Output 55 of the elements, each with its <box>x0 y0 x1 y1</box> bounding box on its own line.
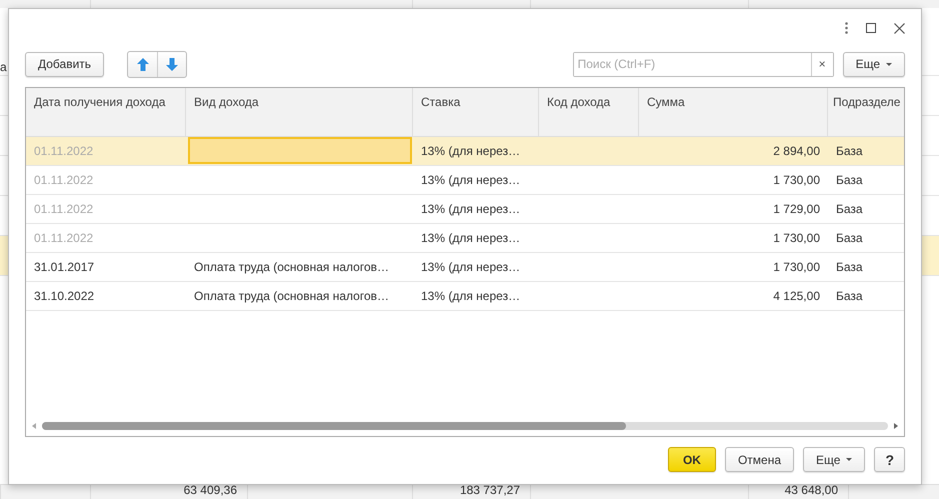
close-icon[interactable] <box>894 22 905 34</box>
caret-icon <box>886 62 892 66</box>
table-cell-text: База <box>835 172 864 189</box>
more-button[interactable]: Еще <box>803 447 866 472</box>
more-icon[interactable] <box>845 22 848 34</box>
table-cell-text: База <box>835 143 864 160</box>
table-cell-text: 13% (для нерез… <box>420 172 522 189</box>
table-cell-text: 4 125,00 <box>772 288 821 305</box>
table-cell-text: 1 730,00 <box>772 172 821 189</box>
arrow-down-icon <box>166 58 178 70</box>
table-cell-text: 13% (для нерез… <box>420 288 522 305</box>
table-cell-text: 01.11.2022 <box>33 201 94 218</box>
column-header[interactable]: Ставка <box>413 88 539 136</box>
cancel-button[interactable]: Отмена <box>724 447 794 472</box>
column-header[interactable]: Дата получения дохода <box>26 88 186 136</box>
arrow-up-icon <box>136 58 149 70</box>
table-cell-text: 31.01.2017 <box>33 259 96 276</box>
table-cell-text: 1 729,00 <box>772 201 821 218</box>
table-cell-text: 1 730,00 <box>772 230 821 247</box>
table-cell-text: База <box>835 230 864 247</box>
table-row[interactable]: 31.01.2017 Оплата труда (основная налогов… 13% (для нерез… 1 730,00 База <box>26 253 904 282</box>
table-cell-text: Оплата труда (основная налогов… <box>193 288 390 305</box>
maximize-icon[interactable] <box>866 23 876 33</box>
ok-button[interactable]: OK <box>668 447 716 472</box>
help-button[interactable]: ? <box>874 447 905 472</box>
column-header[interactable]: Подразделе <box>828 88 904 136</box>
table-cell-text: 13% (для нерез… <box>420 143 522 160</box>
table-cell-text: 01.11.2022 <box>33 230 94 247</box>
column-header[interactable]: Вид дохода <box>186 88 413 136</box>
table-cell-text: 01.11.2022 <box>33 143 94 160</box>
search-box[interactable]: Поиск (Ctrl+F) × <box>572 52 834 76</box>
table-row[interactable]: 31.10.2022 Оплата труда (основная налогов… 13% (для нерез… 4 125,00 База <box>26 282 904 311</box>
table-row[interactable]: 01.11.2022 13% (для нерез… 2 894,00 База <box>26 137 904 166</box>
table-row[interactable]: 01.11.2022 13% (для нерез… 1 730,00 База <box>26 224 904 253</box>
more-button[interactable]: Еще <box>842 52 905 76</box>
table-cell-text: 13% (для нерез… <box>420 259 522 276</box>
focused-cell[interactable] <box>188 137 412 164</box>
table-cell-text: База <box>835 259 864 276</box>
table-row[interactable]: 01.11.2022 13% (для нерез… 1 730,00 База <box>26 166 904 195</box>
table-cell-text: 13% (для нерез… <box>420 201 522 218</box>
table-cell-text: База <box>835 288 864 305</box>
add-button[interactable]: Добавить <box>25 52 104 76</box>
table-cell-text: 31.10.2022 <box>33 288 96 305</box>
column-header[interactable]: Код дохода <box>539 88 639 136</box>
column-header[interactable]: Сумма <box>639 88 828 136</box>
table-cell-text: Оплата труда (основная налогов… <box>193 259 390 276</box>
caret-icon <box>846 458 852 461</box>
table-row[interactable]: 01.11.2022 13% (для нерез… 1 729,00 База <box>26 195 904 224</box>
table-cell-text: База <box>835 201 864 218</box>
table-cell-text: 1 730,00 <box>772 259 821 276</box>
clear-button[interactable]: × <box>810 52 833 76</box>
table-cell-text: 01.11.2022 <box>33 172 94 189</box>
table-cell-text: 2 894,00 <box>772 143 821 160</box>
table-cell-text: 13% (для нерез… <box>420 230 522 247</box>
cell-text: а <box>0 60 7 74</box>
